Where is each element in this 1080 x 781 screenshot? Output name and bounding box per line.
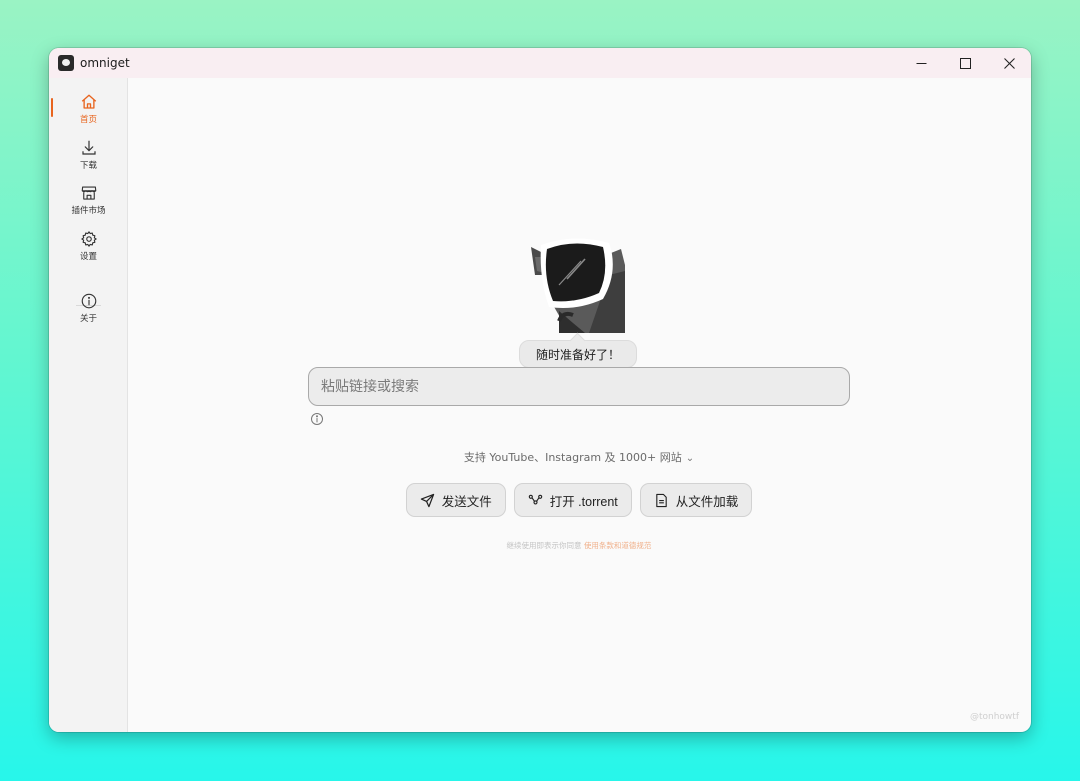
chevron-down-icon: ⌄: [685, 453, 695, 464]
watermark: @tonhowtf: [969, 712, 1019, 722]
sidebar-item-settings[interactable]: 设置: [49, 230, 128, 270]
minimize-icon: [916, 62, 926, 64]
info-icon: [81, 293, 96, 309]
open-torrent-label: 打开 .torrent: [549, 494, 618, 509]
open-torrent-button[interactable]: 打开 .torrent: [513, 483, 632, 517]
gear-icon: [80, 231, 97, 247]
close-button[interactable]: [987, 48, 1031, 78]
window-controls: [899, 48, 1031, 78]
sidebar-item-about[interactable]: 关于: [49, 292, 128, 332]
sidebar: 首页 下载 插件市场 设置 关于: [49, 78, 128, 732]
title-bar[interactable]: omniget: [49, 48, 1031, 78]
close-icon: [1003, 57, 1015, 69]
legal-text: 继续使用即表示你同意: [506, 541, 582, 550]
sidebar-item-home[interactable]: 首页: [49, 93, 128, 133]
download-icon: [81, 140, 96, 155]
main-content: 随时准备好了！ 支持 YouTube、Instagram 及 1000+ 网站⌄…: [128, 78, 1031, 732]
mascot-image: [529, 235, 627, 333]
sidebar-item-label: 下载: [79, 161, 97, 171]
app-window: omniget 首页 下载 插件市场 设置 关于 随时准备好了！ 粘贴链接或搜索…: [49, 48, 1031, 732]
store-icon: [81, 186, 96, 200]
send-file-button[interactable]: 发送文件: [405, 483, 506, 517]
send-icon: [420, 493, 434, 507]
window-title: omniget: [80, 56, 130, 70]
minimize-button[interactable]: [899, 48, 943, 78]
app-logo-icon: [58, 55, 74, 71]
maximize-icon: [959, 57, 971, 69]
search-input[interactable]: [308, 367, 850, 406]
maximize-button[interactable]: [943, 48, 987, 78]
load-from-file-label: 从文件加载: [675, 494, 739, 509]
terms-link[interactable]: 使用条款和道德规范: [584, 541, 652, 550]
home-icon: [81, 94, 96, 109]
mascot-speech-bubble: 随时准备好了！: [519, 340, 637, 368]
sidebar-item-label: 首页: [79, 115, 97, 125]
send-file-label: 发送文件: [441, 494, 492, 509]
supported-sites-text: 支持 YouTube、Instagram 及 1000+ 网站: [463, 451, 682, 464]
sidebar-item-plugins[interactable]: 插件市场: [49, 184, 128, 224]
torrent-icon: [528, 494, 542, 504]
sidebar-item-label: 设置: [79, 252, 97, 262]
search-info-icon[interactable]: [310, 412, 324, 426]
sidebar-item-label: 插件市场: [71, 206, 106, 216]
file-icon: [656, 493, 667, 507]
action-buttons: 发送文件 打开 .torrent 从文件加载: [128, 483, 1030, 517]
sidebar-item-downloads[interactable]: 下载: [49, 139, 128, 179]
load-from-file-button[interactable]: 从文件加载: [639, 483, 753, 517]
supported-sites[interactable]: 支持 YouTube、Instagram 及 1000+ 网站 ⌄: [128, 449, 1030, 465]
sidebar-item-label: 关于: [79, 314, 97, 324]
legal-notice: 继续使用即表示你同意 使用条款和道德规范: [128, 540, 1030, 551]
